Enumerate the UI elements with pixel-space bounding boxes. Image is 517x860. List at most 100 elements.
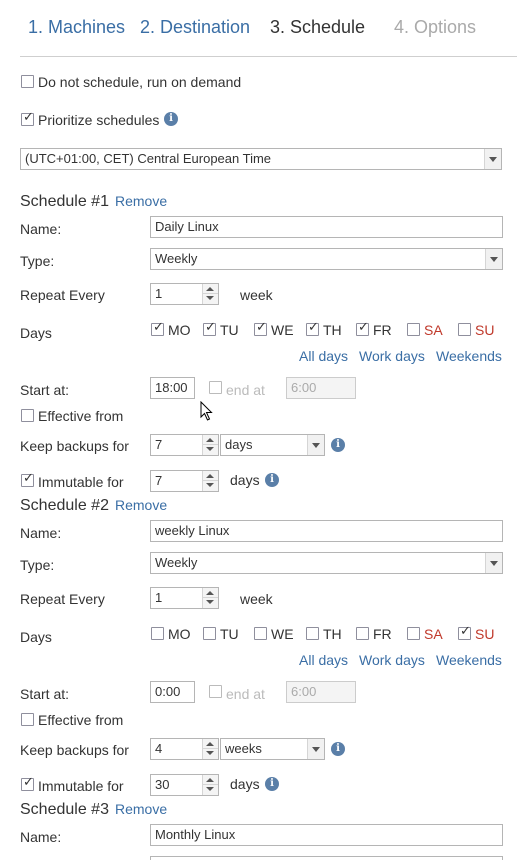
chevron-down-icon: [485, 553, 502, 573]
schedule-2-repeat-stepper[interactable]: 1: [150, 587, 219, 609]
spin-up-icon[interactable]: [203, 588, 218, 598]
schedule-1-day-tu-checkbox[interactable]: [203, 320, 216, 336]
schedule-1-immutable-stepper[interactable]: 7: [150, 470, 219, 492]
schedule-1-work-days-link[interactable]: Work days: [359, 348, 425, 364]
schedule-1-end-at-checkbox[interactable]: [209, 381, 222, 394]
step-options[interactable]: 4. Options: [394, 17, 476, 38]
schedule-1-day-sa-checkbox[interactable]: [407, 323, 420, 336]
schedule-2-keep-info-icon[interactable]: i: [331, 742, 345, 756]
chevron-down-icon: [484, 149, 501, 169]
schedule-2-start-input[interactable]: 0:00: [150, 681, 195, 703]
schedule-2-day-we-checkbox[interactable]: [254, 627, 267, 640]
schedule-2-type-value: Weekly: [155, 555, 198, 570]
schedule-1-day-we-checkbox[interactable]: [254, 320, 267, 336]
schedule-1-keep-unit-select[interactable]: days: [220, 434, 325, 456]
schedule-1-keep-stepper[interactable]: 7: [150, 434, 219, 456]
schedule-1-weekends-link[interactable]: Weekends: [436, 348, 502, 364]
schedule-1-day-th-label: TH: [323, 322, 342, 338]
timezone-select[interactable]: (UTC+01:00, CET) Central European Time: [20, 148, 502, 170]
spin-down-icon[interactable]: [203, 598, 218, 608]
schedule-2-day-su-checkbox[interactable]: [458, 624, 471, 640]
schedule-2-all-days-link[interactable]: All days: [299, 652, 348, 668]
schedule-2-end-at-checkbox[interactable]: [209, 685, 222, 698]
schedule-3-type-select[interactable]: [150, 856, 503, 860]
schedule-2-effective-from-checkbox[interactable]: [21, 713, 34, 726]
schedule-1-keep-label: Keep backups for: [20, 438, 129, 454]
schedule-2-day-fr-label: FR: [373, 626, 392, 642]
schedule-2-work-days-link[interactable]: Work days: [359, 652, 425, 668]
schedule-2-immutable-unit: days: [230, 776, 260, 792]
schedule-2-keep-stepper[interactable]: 4: [150, 738, 219, 760]
step-schedule[interactable]: 3. Schedule: [270, 17, 365, 38]
schedule-1-keep-info-icon[interactable]: i: [331, 438, 345, 452]
schedule-1-name-input[interactable]: Daily Linux: [150, 216, 503, 238]
spin-down-icon[interactable]: [203, 481, 218, 491]
do-not-schedule-label: Do not schedule, run on demand: [38, 74, 242, 90]
schedule-1-immutable-checkbox[interactable]: [21, 471, 34, 487]
schedule-2-day-tu-label: TU: [220, 626, 239, 642]
schedule-2-day-mo-checkbox[interactable]: [151, 627, 164, 640]
schedule-2-name-input[interactable]: weekly Linux: [150, 520, 503, 542]
prioritize-info-icon[interactable]: i: [164, 112, 178, 126]
schedule-1-start-input[interactable]: 18:00: [150, 377, 195, 399]
schedule-1-end-at-input[interactable]: 6:00: [286, 377, 356, 399]
schedule-3-name-input[interactable]: Monthly Linux: [150, 824, 503, 846]
schedule-1-immutable-label: Immutable for: [38, 474, 124, 490]
schedule-2-day-th-checkbox[interactable]: [306, 627, 319, 640]
spin-down-icon[interactable]: [203, 785, 218, 795]
spin-down-icon[interactable]: [203, 749, 218, 759]
schedule-2-weekends-link[interactable]: Weekends: [436, 652, 502, 668]
schedule-1-type-select[interactable]: Weekly: [150, 248, 503, 270]
schedule-2-name-label: Name:: [20, 525, 62, 541]
spin-up-icon[interactable]: [203, 775, 218, 785]
schedule-1-repeat-value: 1: [155, 286, 163, 301]
spin-up-icon[interactable]: [203, 739, 218, 749]
schedule-2-day-su-label: SU: [475, 626, 495, 642]
schedule-2-remove-link[interactable]: Remove: [115, 497, 167, 513]
schedule-1-effective-from-checkbox[interactable]: [21, 409, 34, 422]
schedule-1-end-at-label: end at: [226, 382, 265, 398]
schedule-2-immutable-info-icon[interactable]: i: [265, 777, 279, 791]
spin-down-icon[interactable]: [203, 294, 218, 304]
schedule-1-heading: Schedule #1 Remove: [20, 193, 167, 211]
schedule-1-immutable-value: 7: [155, 473, 163, 488]
schedule-3-remove-link[interactable]: Remove: [115, 801, 167, 817]
schedule-1-day-fr-checkbox[interactable]: [356, 320, 369, 336]
chevron-down-icon: [307, 435, 324, 455]
spin-up-icon[interactable]: [203, 284, 218, 294]
schedule-1-day-mo-checkbox[interactable]: [151, 320, 164, 336]
spin-down-icon[interactable]: [203, 445, 218, 455]
schedule-2-immutable-stepper[interactable]: 30: [150, 774, 219, 796]
schedule-2-day-sa-checkbox[interactable]: [407, 627, 420, 640]
schedule-2-keep-unit-select[interactable]: weeks: [220, 738, 325, 760]
prioritize-schedules-label: Prioritize schedules: [38, 112, 160, 128]
spin-up-icon[interactable]: [203, 435, 218, 445]
schedule-2-type-select[interactable]: Weekly: [150, 552, 503, 574]
prioritize-schedules-checkbox[interactable]: [21, 110, 34, 126]
schedule-2-end-at-input[interactable]: 6:00: [286, 681, 356, 703]
schedule-2-repeat-label: Repeat Every: [20, 591, 105, 607]
schedule-1-type-label: Type:: [20, 253, 55, 269]
spin-up-icon[interactable]: [203, 471, 218, 481]
do-not-schedule-checkbox[interactable]: [21, 75, 34, 88]
schedule-2-day-fr-checkbox[interactable]: [356, 627, 369, 640]
schedule-1-immutable-info-icon[interactable]: i: [265, 473, 279, 487]
step-destination[interactable]: 2. Destination: [140, 17, 250, 38]
schedule-1-all-days-link[interactable]: All days: [299, 348, 348, 364]
schedule-1-day-tu-label: TU: [220, 322, 239, 338]
schedule-2-keep-value: 4: [155, 741, 163, 756]
schedule-1-day-su-checkbox[interactable]: [458, 323, 471, 336]
schedule-1-repeat-label: Repeat Every: [20, 287, 105, 303]
schedule-2-day-sa-label: SA: [424, 626, 443, 642]
schedule-1-repeat-stepper[interactable]: 1: [150, 283, 219, 305]
step-machines[interactable]: 1. Machines: [28, 17, 125, 38]
schedule-2-immutable-checkbox[interactable]: [21, 775, 34, 791]
schedule-3-heading: Schedule #3 Remove: [20, 801, 167, 819]
schedule-2-immutable-label: Immutable for: [38, 778, 124, 794]
schedule-2-repeat-value: 1: [155, 590, 163, 605]
schedule-1-remove-link[interactable]: Remove: [115, 193, 167, 209]
schedule-1-immutable-unit: days: [230, 472, 260, 488]
schedule-2-day-tu-checkbox[interactable]: [203, 627, 216, 640]
schedule-1-day-th-checkbox[interactable]: [306, 320, 319, 336]
chevron-down-icon: [485, 249, 502, 269]
